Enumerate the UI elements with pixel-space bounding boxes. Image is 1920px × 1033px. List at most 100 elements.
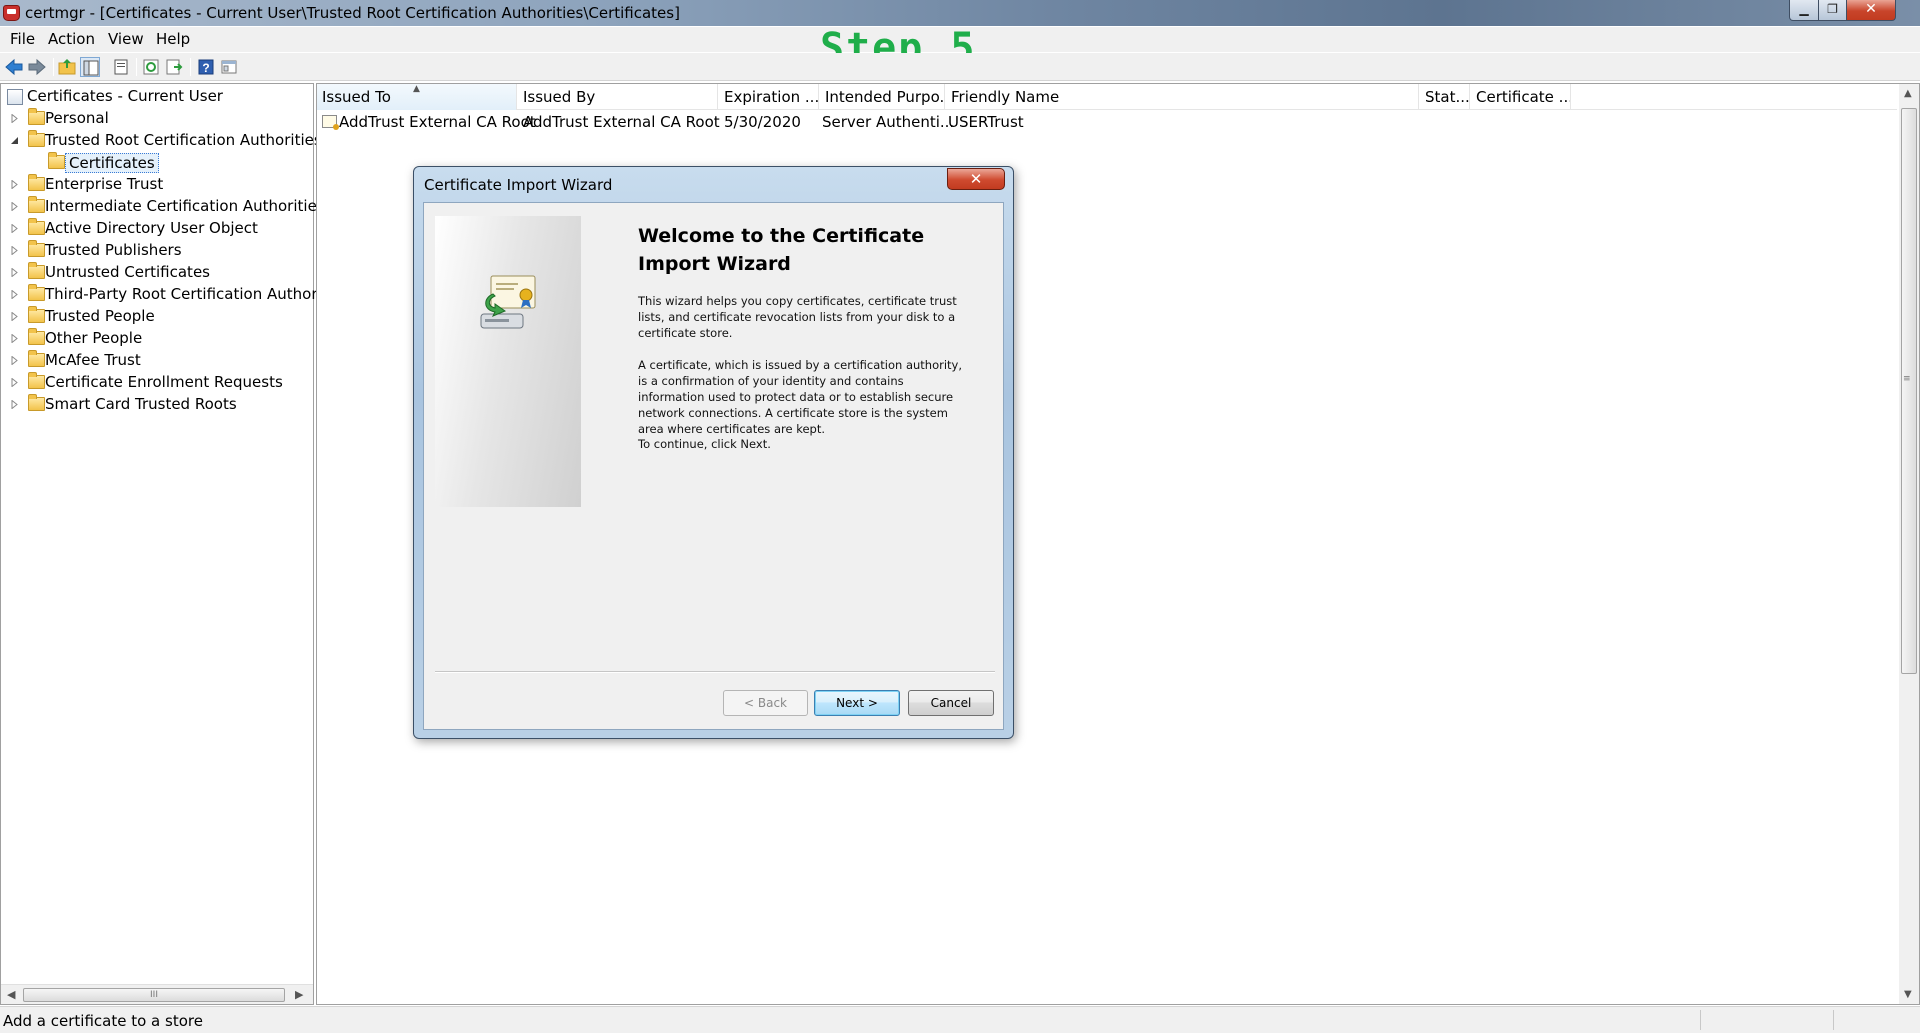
scroll-right-icon[interactable]: ▶: [295, 988, 303, 1001]
tree-item-label: Other People: [45, 329, 143, 347]
folder-icon: [28, 306, 45, 323]
list-scroll-thumb[interactable]: [1901, 108, 1917, 674]
minimize-button[interactable]: ▁: [1789, 0, 1819, 21]
maximize-button[interactable]: ❐: [1818, 0, 1847, 21]
tree-item[interactable]: Smart Card Trusted Roots: [1, 394, 313, 416]
tree-item[interactable]: Enterprise Trust: [1, 174, 313, 196]
up-folder-icon[interactable]: [57, 57, 77, 77]
column-intended-purposes[interactable]: Intended Purpo...: [820, 84, 945, 110]
wizard-close-button[interactable]: ✕: [947, 168, 1005, 190]
cell-issued-by: AddTrust External CA Root: [523, 113, 720, 131]
scroll-grip-icon: ≡: [1903, 374, 1911, 384]
folder-icon: [28, 328, 45, 345]
menu-file[interactable]: File: [10, 30, 35, 48]
column-issued-by[interactable]: Issued By: [518, 84, 718, 110]
column-status[interactable]: Stat...: [1420, 84, 1470, 110]
export-list-icon[interactable]: [164, 57, 184, 77]
next-button[interactable]: Next >: [814, 690, 900, 716]
column-friendly-name[interactable]: Friendly Name: [946, 84, 1419, 110]
column-expiration[interactable]: Expiration ...: [719, 84, 819, 110]
column-issued-to-label: Issued To: [322, 88, 391, 106]
folder-icon: [28, 130, 45, 147]
cancel-button[interactable]: Cancel: [908, 690, 994, 716]
certificates-root-icon: [7, 89, 23, 105]
tree-item[interactable]: Third-Party Root Certification Authoriti…: [1, 284, 341, 306]
menu-help[interactable]: Help: [156, 30, 190, 48]
folder-icon: [28, 350, 45, 367]
close-window-button[interactable]: ✕: [1846, 0, 1896, 21]
tree-item[interactable]: Certificates: [1, 152, 313, 174]
back-icon[interactable]: [4, 57, 24, 77]
show-hide-tree-icon[interactable]: [80, 57, 100, 77]
wizard-body: Welcome to the Certificate Import Wizard…: [423, 202, 1004, 730]
tree-item[interactable]: Personal: [1, 108, 313, 130]
tree-item[interactable]: Trusted Publishers: [1, 240, 313, 262]
cell-expiration: 5/30/2020: [724, 113, 801, 131]
folder-icon: [28, 394, 45, 411]
cell-friendly-name: USERTrust: [948, 113, 1024, 131]
folder-icon: [28, 196, 45, 213]
tree-item[interactable]: McAfee Trust: [1, 350, 313, 372]
expand-arrow-icon[interactable]: [10, 290, 19, 299]
menu-view[interactable]: View: [108, 30, 144, 48]
properties-icon[interactable]: [111, 57, 131, 77]
expand-arrow-icon[interactable]: [10, 224, 19, 233]
folder-icon: [28, 262, 45, 279]
title-bar: certmgr - [Certificates - Current User\T…: [0, 0, 1920, 26]
tree-item-label: Intermediate Certification Authorities: [45, 197, 325, 215]
certmgr-app-icon[interactable]: [3, 5, 20, 21]
wizard-separator: [435, 671, 995, 673]
expand-arrow-icon[interactable]: [10, 180, 19, 189]
expand-arrow-icon[interactable]: [10, 268, 19, 277]
column-issued-to[interactable]: ▲ Issued To: [317, 84, 517, 110]
expand-arrow-icon[interactable]: [10, 334, 19, 343]
folder-icon: [28, 284, 45, 301]
expand-arrow-icon[interactable]: [10, 312, 19, 321]
expand-arrow-icon[interactable]: [10, 400, 19, 409]
tree-item[interactable]: Active Directory User Object: [1, 218, 313, 240]
tree-horizontal-scrollbar[interactable]: ◀ III ▶: [1, 984, 313, 1004]
cell-intended-purposes: Server Authenti...: [822, 113, 955, 131]
expand-arrow-icon[interactable]: [10, 246, 19, 255]
scroll-left-icon[interactable]: ◀: [7, 988, 15, 1001]
certificate-icon: [322, 115, 339, 130]
tree-item[interactable]: Trusted Root Certification Authorities: [1, 130, 322, 152]
folder-icon: [28, 240, 45, 257]
folder-icon: [28, 218, 45, 235]
help-icon[interactable]: ?: [196, 57, 216, 77]
tree-item[interactable]: Intermediate Certification Authorities: [1, 196, 325, 218]
forward-icon[interactable]: [27, 57, 47, 77]
back-button[interactable]: < Back: [723, 690, 808, 716]
wizard-side-banner: [435, 216, 581, 507]
expand-arrow-icon[interactable]: [10, 378, 19, 387]
tree-item-label: Certificate Enrollment Requests: [45, 373, 283, 391]
wizard-description-text: A certificate, which is issued by a cert…: [638, 358, 963, 436]
tree-item[interactable]: Certificate Enrollment Requests: [1, 372, 313, 394]
table-row[interactable]: AddTrust External CA Root AddTrust Exter…: [317, 111, 1517, 133]
toolbar: ?: [0, 53, 1920, 81]
collapse-arrow-icon[interactable]: [10, 136, 19, 145]
expand-arrow-icon[interactable]: [10, 202, 19, 211]
expand-arrow-icon[interactable]: [10, 114, 19, 123]
list-vertical-scrollbar[interactable]: ▲ ≡ ▼: [1899, 84, 1919, 1004]
folder-icon: [48, 152, 65, 169]
scroll-up-icon[interactable]: ▲: [1904, 88, 1912, 99]
column-certificate-template[interactable]: Certificate ...: [1471, 84, 1571, 110]
tree-item[interactable]: Other People: [1, 328, 313, 350]
tree-item-label: Active Directory User Object: [45, 219, 258, 237]
tree-item-label: Trusted Publishers: [45, 241, 182, 259]
tree-item[interactable]: Untrusted Certificates: [1, 262, 313, 284]
refresh-icon[interactable]: [141, 57, 161, 77]
tree-root[interactable]: Certificates - Current User: [1, 86, 311, 108]
tree-scroll-thumb[interactable]: III: [23, 988, 285, 1002]
tree-item-label: Enterprise Trust: [45, 175, 164, 193]
tree-item[interactable]: Trusted People: [1, 306, 313, 328]
mmc-icon[interactable]: [219, 57, 239, 77]
scroll-down-icon[interactable]: ▼: [1904, 989, 1912, 1000]
expand-arrow-icon[interactable]: [10, 356, 19, 365]
tree-item-label: Trusted Root Certification Authorities: [45, 131, 322, 149]
tree-pane[interactable]: Certificates - Current User Personal Trus…: [0, 83, 341, 1005]
tree-item-label: McAfee Trust: [45, 351, 141, 369]
tree-root-label: Certificates - Current User: [27, 87, 223, 105]
menu-action[interactable]: Action: [48, 30, 95, 48]
